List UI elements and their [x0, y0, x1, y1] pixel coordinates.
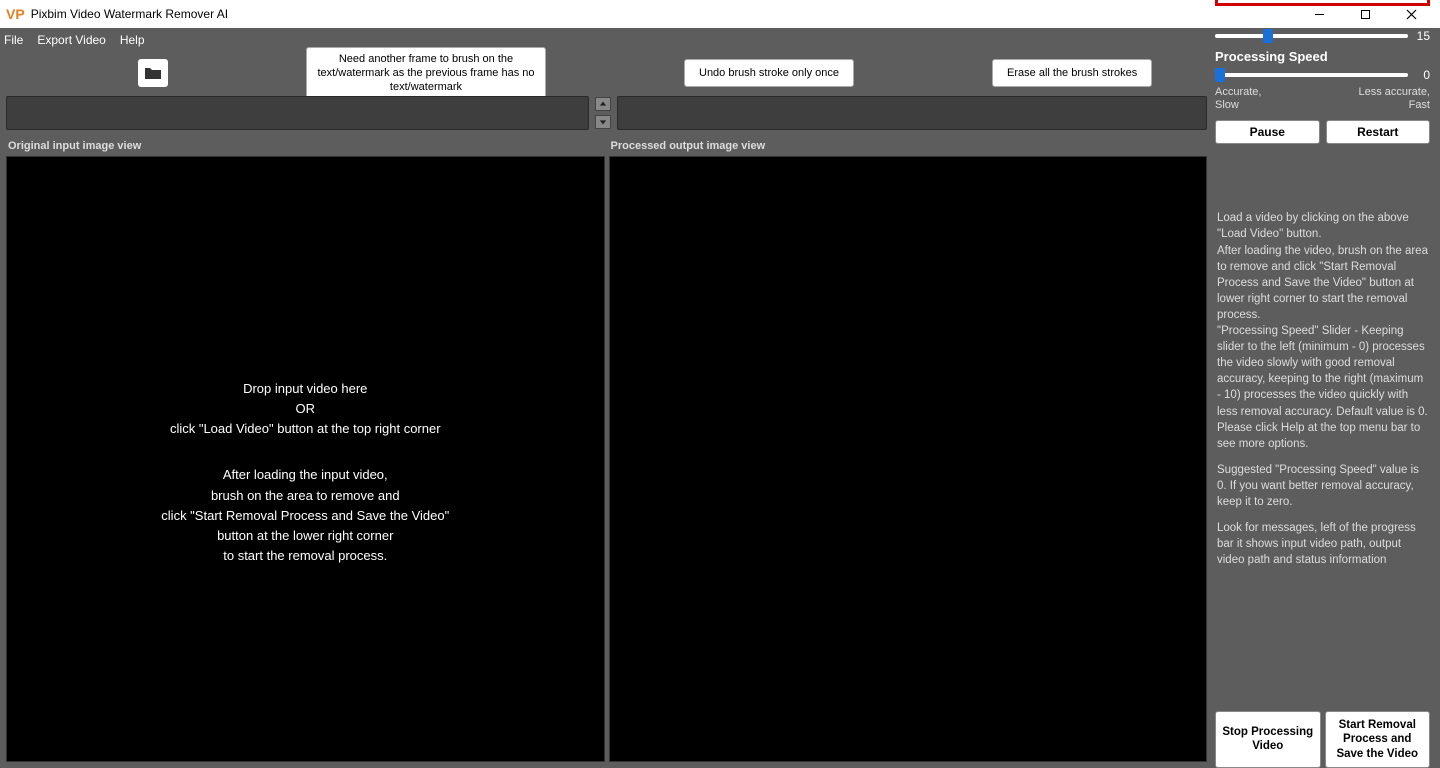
speed-left-2: Slow [1215, 99, 1239, 111]
brush-length-value: 15 [1414, 29, 1430, 43]
info-p6: Look for messages, left of the progress … [1217, 520, 1428, 568]
original-view-canvas[interactable]: Drop input video here OR click "Load Vid… [6, 156, 605, 762]
restart-button[interactable]: Restart [1326, 120, 1431, 144]
load-video-highlight: Load Video [1215, 0, 1430, 6]
brush-length-slider[interactable] [1215, 34, 1408, 38]
processing-speed-value: 0 [1414, 68, 1430, 82]
brush-slider-thumb[interactable] [1263, 29, 1273, 43]
drop-l3: click "Load Video" button at the top rig… [7, 419, 604, 439]
views-area: Original input image view Drop input vid… [0, 136, 1213, 768]
processing-speed-label: Processing Speed [1215, 49, 1430, 64]
drop-l6: click "Start Removal Process and Save th… [7, 506, 604, 526]
processed-view-label: Processed output image view [609, 136, 1208, 156]
pause-button[interactable]: Pause [1215, 120, 1320, 144]
speed-right-2: Fast [1409, 99, 1430, 111]
start-removal-button[interactable]: Start Removal Process and Save the Video [1325, 711, 1431, 768]
drop-l7: button at the lower right corner [7, 526, 604, 546]
drop-l8: to start the removal process. [7, 546, 604, 566]
toolbar: Need another frame to brush on the text/… [0, 52, 1213, 94]
stop-processing-button[interactable]: Stop Processing Video [1215, 711, 1321, 768]
erase-brush-button[interactable]: Erase all the brush strokes [992, 59, 1152, 87]
output-path-bar [617, 96, 1207, 130]
need-frame-button[interactable]: Need another frame to brush on the text/… [306, 47, 546, 100]
drop-l1: Drop input video here [7, 379, 604, 399]
drop-l5: brush on the area to remove and [7, 486, 604, 506]
info-p2: After loading the video, brush on the ar… [1217, 245, 1428, 321]
menu-file[interactable]: File [4, 33, 23, 47]
app-title: Pixbim Video Watermark Remover AI [31, 7, 228, 21]
drop-l4: After loading the input video, [7, 465, 604, 485]
open-folder-button[interactable] [138, 59, 168, 87]
undo-brush-button[interactable]: Undo brush stroke only once [684, 59, 854, 87]
speed-left-1: Accurate, [1215, 86, 1261, 98]
brush-length-label: Brush Length [1215, 10, 1430, 25]
chevron-down-icon[interactable] [595, 115, 611, 129]
input-path-bar [6, 96, 589, 130]
original-view-label: Original input image view [6, 136, 605, 156]
speed-slider-thumb[interactable] [1215, 68, 1225, 82]
chevron-up-icon[interactable] [595, 97, 611, 111]
drop-l2: OR [7, 399, 604, 419]
info-p1: Load a video by clicking on the above "L… [1217, 212, 1409, 240]
speed-hint-labels: Accurate, Slow Less accurate, Fast [1215, 86, 1430, 112]
drop-instructions: Drop input video here OR click "Load Vid… [7, 379, 604, 566]
info-p5: Suggested "Processing Speed" value is 0.… [1217, 462, 1428, 510]
speed-right-1: Less accurate, [1358, 86, 1430, 98]
menu-export-video[interactable]: Export Video [37, 33, 106, 47]
processed-view-canvas [609, 156, 1208, 762]
processing-speed-slider[interactable] [1215, 73, 1408, 77]
path-bars-row [0, 94, 1213, 136]
info-text: Load a video by clicking on the above "L… [1215, 150, 1430, 711]
menu-help[interactable]: Help [120, 33, 145, 47]
info-p4: Please click Help at the top menu bar to… [1217, 422, 1420, 450]
app-logo-icon: VP [6, 6, 25, 22]
info-p3: "Processing Speed" Slider - Keeping slid… [1217, 325, 1428, 417]
side-panel: Load Video Brush Length 15 Processing Sp… [1213, 0, 1432, 768]
